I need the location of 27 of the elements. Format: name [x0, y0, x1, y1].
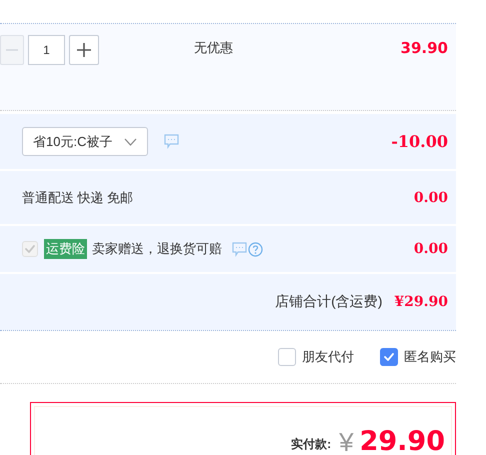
store-total-label: 店铺合计(含运费)	[275, 293, 382, 311]
store-total-amount: ¥29.90	[394, 294, 448, 310]
check-icon	[382, 350, 396, 364]
item-price: 39.90	[400, 39, 448, 57]
payment-label: 实付款:	[291, 436, 332, 453]
promotion-text: 无优惠	[194, 39, 233, 57]
currency-symbol: ¥	[339, 429, 354, 455]
payment-amount: 29.90	[360, 428, 445, 455]
insurance-fee: 0.00	[414, 241, 448, 257]
coupon-select[interactable]: 省10元:C被子	[22, 127, 148, 156]
shipping-method: 普通配送 快递 免邮	[22, 188, 134, 206]
option-label: 朋友代付	[302, 348, 354, 366]
help-icon[interactable]	[248, 242, 263, 256]
insurance-tag: 运费险	[44, 239, 87, 259]
message-icon[interactable]	[232, 242, 247, 256]
checkbox[interactable]	[278, 348, 296, 366]
shipping-fee: 0.00	[414, 190, 448, 206]
message-icon[interactable]	[164, 134, 180, 149]
option-label: 匿名购买	[404, 348, 456, 366]
chevron-down-icon	[124, 138, 138, 146]
quantity-field[interactable]: 1	[28, 35, 65, 65]
plus-icon	[76, 42, 92, 58]
insurance-text: 卖家赠送，退换货可赔	[92, 240, 222, 258]
check-icon	[23, 242, 37, 256]
coupon-discount: -10.00	[391, 132, 448, 151]
plus-button[interactable]	[69, 35, 99, 65]
checkbox[interactable]	[380, 348, 398, 366]
